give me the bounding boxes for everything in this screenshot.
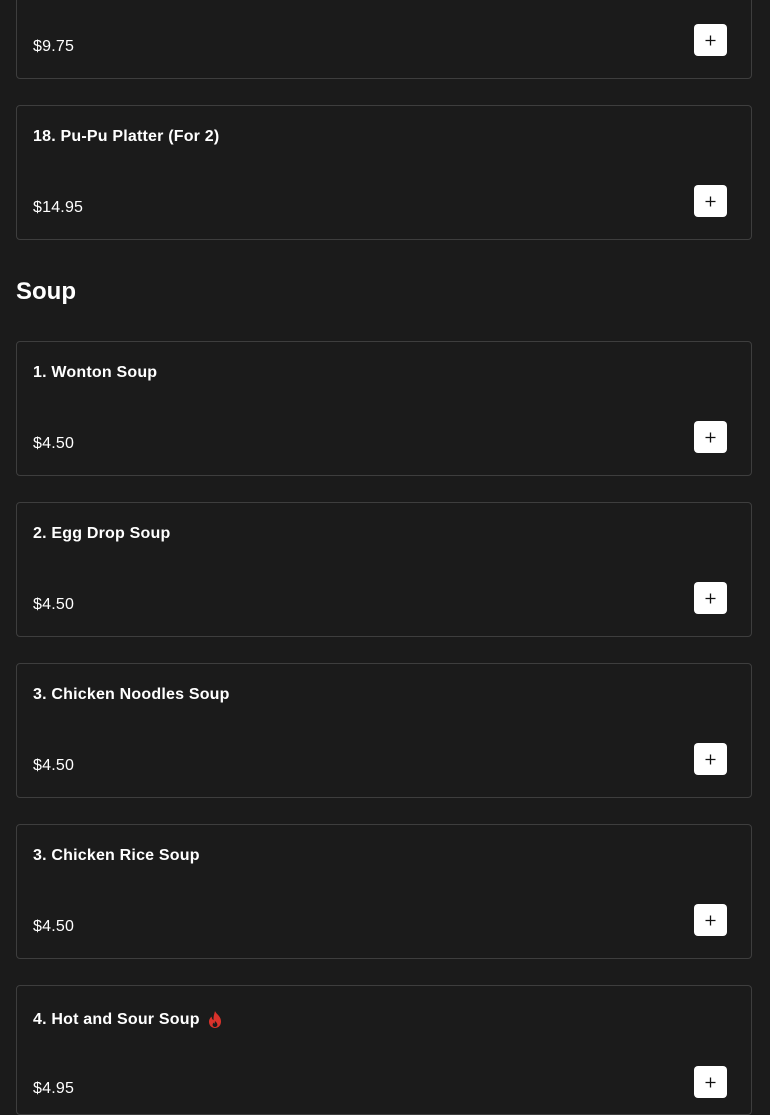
item-name: 4. Hot and Sour Soup <box>33 1010 200 1028</box>
item-price: $4.50 <box>33 596 75 613</box>
item-name: 2. Egg Drop Soup <box>33 525 171 542</box>
item-name: 1. Wonton Soup <box>33 364 158 381</box>
flame-icon <box>208 1011 221 1028</box>
plus-icon <box>705 593 716 603</box>
plus-icon <box>705 1077 716 1087</box>
plus-icon <box>705 35 716 45</box>
item-price: $4.50 <box>33 918 75 935</box>
plus-icon <box>705 754 716 764</box>
add-item-button[interactable] <box>694 904 727 936</box>
plus-icon <box>705 432 716 442</box>
item-price: $4.50 <box>33 757 75 774</box>
section-title: Soup <box>16 278 76 305</box>
plus-icon <box>705 196 716 206</box>
menu-item-card[interactable]: 2. Egg Drop Soup $4.50 <box>16 502 752 637</box>
add-item-button[interactable] <box>694 24 727 56</box>
item-price: $4.50 <box>33 435 75 452</box>
add-item-button[interactable] <box>694 743 727 775</box>
item-price: $14.95 <box>33 199 84 216</box>
menu-item-card[interactable]: 1. Wonton Soup $4.50 <box>16 341 752 476</box>
add-item-button[interactable] <box>694 1066 727 1098</box>
item-name-row: 4. Hot and Sour Soup <box>33 1010 223 1029</box>
item-name: 18. Pu-Pu Platter (For 2) <box>33 128 220 145</box>
item-price: $4.95 <box>33 1080 75 1097</box>
menu-item-card[interactable]: $9.75 <box>16 0 752 79</box>
menu-item-card[interactable]: 3. Chicken Rice Soup $4.50 <box>16 824 752 959</box>
item-name: 3. Chicken Rice Soup <box>33 847 200 864</box>
menu-item-card[interactable]: 18. Pu-Pu Platter (For 2) $14.95 <box>16 105 752 240</box>
add-item-button[interactable] <box>694 185 727 217</box>
menu-item-card[interactable]: 3. Chicken Noodles Soup $4.50 <box>16 663 752 798</box>
add-item-button[interactable] <box>694 421 727 453</box>
item-price: $9.75 <box>33 38 75 55</box>
menu-item-card[interactable]: 4. Hot and Sour Soup $4.95 <box>16 985 752 1115</box>
item-name: 3. Chicken Noodles Soup <box>33 686 230 703</box>
plus-icon <box>705 915 716 925</box>
add-item-button[interactable] <box>694 582 727 614</box>
